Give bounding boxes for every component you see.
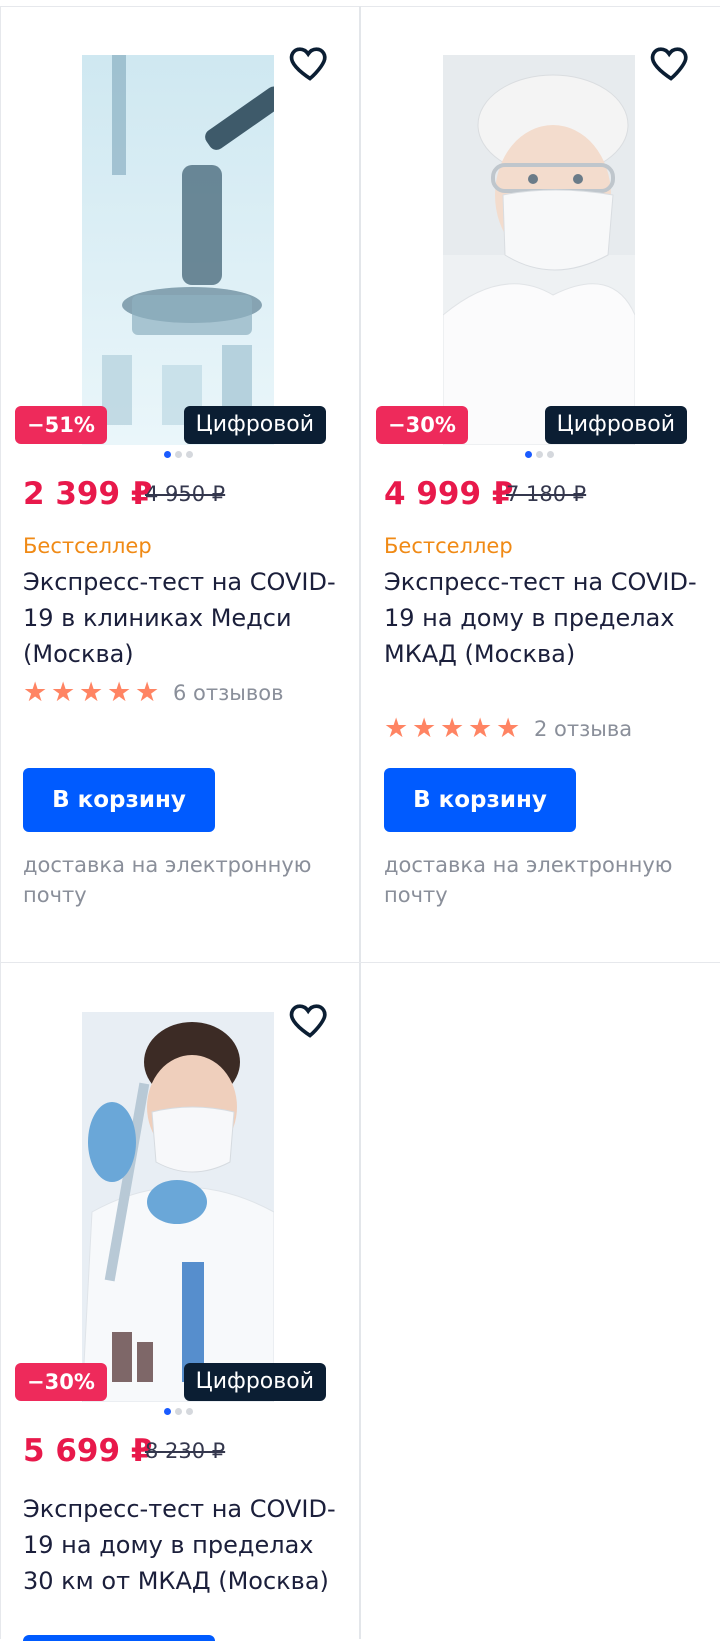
add-to-cart-button[interactable]: В корзину: [384, 768, 576, 832]
product-image-lab-worker[interactable]: [443, 55, 635, 445]
carousel-dot[interactable]: [175, 1408, 182, 1415]
reviews-count[interactable]: 6 отзывов: [173, 681, 283, 705]
product-image-microscope[interactable]: [82, 55, 274, 445]
bestseller-label: Бестселлер: [23, 534, 152, 558]
discount-badge: −51%: [15, 406, 107, 444]
carousel-dot[interactable]: [186, 451, 193, 458]
old-price: 4 950 ₽: [145, 482, 226, 506]
product-title[interactable]: Экспресс-тест на COVID-19 на дому в пред…: [384, 564, 704, 672]
product-title[interactable]: Экспресс-тест на COVID-19 на дому в пред…: [23, 1491, 343, 1599]
favorite-button[interactable]: [288, 997, 332, 1041]
digital-badge: Цифровой: [183, 406, 326, 444]
scientist-image: [82, 1012, 274, 1402]
old-price: 8 230 ₽: [145, 1439, 226, 1463]
favorite-button[interactable]: [649, 40, 693, 84]
product-image-scientist[interactable]: [82, 1012, 274, 1402]
lab-worker-image: [443, 55, 635, 445]
image-carousel-dots[interactable]: [525, 451, 554, 458]
digital-badge: Цифровой: [183, 1363, 326, 1401]
carousel-dot[interactable]: [547, 451, 554, 458]
discount-badge: −30%: [15, 1363, 107, 1401]
star-icon: ★: [412, 713, 437, 744]
old-price: 7 180 ₽: [506, 482, 587, 506]
delivery-info: доставка на электронную почту: [384, 853, 673, 907]
star-icon: ★: [468, 713, 493, 744]
product-card[interactable]: −51% Цифровой 2 399 ₽ 4 950 ₽ Бестселлер…: [0, 6, 358, 962]
carousel-dot[interactable]: [536, 451, 543, 458]
add-to-cart-button[interactable]: В корзину: [23, 768, 215, 832]
image-carousel-dots[interactable]: [164, 451, 193, 458]
delivery-info: доставка на электронную почту: [23, 853, 312, 907]
add-to-cart-button-partial[interactable]: [23, 1635, 215, 1641]
bestseller-label: Бестселлер: [384, 534, 513, 558]
current-price: 4 999 ₽: [384, 476, 514, 512]
digital-badge: Цифровой: [544, 406, 687, 444]
image-carousel-dots[interactable]: [164, 1408, 193, 1415]
heart-outline-icon: [650, 47, 688, 81]
product-card[interactable]: −30% Цифровой 5 699 ₽ 8 230 ₽ Экспресс-т…: [0, 963, 358, 1641]
star-icon: ★: [135, 677, 160, 708]
rating[interactable]: ★ ★ ★ ★ ★ 2 отзыва: [384, 714, 632, 744]
star-icon: ★: [496, 713, 521, 744]
carousel-dot[interactable]: [164, 1408, 171, 1415]
discount-badge: −30%: [376, 406, 468, 444]
product-grid: −51% Цифровой 2 399 ₽ 4 950 ₽ Бестселлер…: [0, 0, 720, 1641]
carousel-dot[interactable]: [164, 451, 171, 458]
carousel-dot[interactable]: [175, 451, 182, 458]
current-price: 5 699 ₽: [23, 1433, 153, 1469]
star-icon: ★: [107, 677, 132, 708]
carousel-dot[interactable]: [186, 1408, 193, 1415]
star-icon: ★: [384, 713, 409, 744]
product-card[interactable]: −30% Цифровой 4 999 ₽ 7 180 ₽ Бестселлер…: [361, 6, 719, 962]
carousel-dot[interactable]: [525, 451, 532, 458]
reviews-count[interactable]: 2 отзыва: [534, 717, 632, 741]
favorite-button[interactable]: [288, 40, 332, 84]
microscope-image: [82, 55, 274, 445]
product-title[interactable]: Экспресс-тест на COVID-19 в клиниках Мед…: [23, 564, 343, 672]
star-icon: ★: [23, 677, 48, 708]
current-price: 2 399 ₽: [23, 476, 153, 512]
heart-outline-icon: [289, 1004, 327, 1038]
rating[interactable]: ★ ★ ★ ★ ★ 6 отзывов: [23, 678, 283, 708]
star-icon: ★: [51, 677, 76, 708]
star-icon: ★: [79, 677, 104, 708]
star-icon: ★: [440, 713, 465, 744]
heart-outline-icon: [289, 47, 327, 81]
